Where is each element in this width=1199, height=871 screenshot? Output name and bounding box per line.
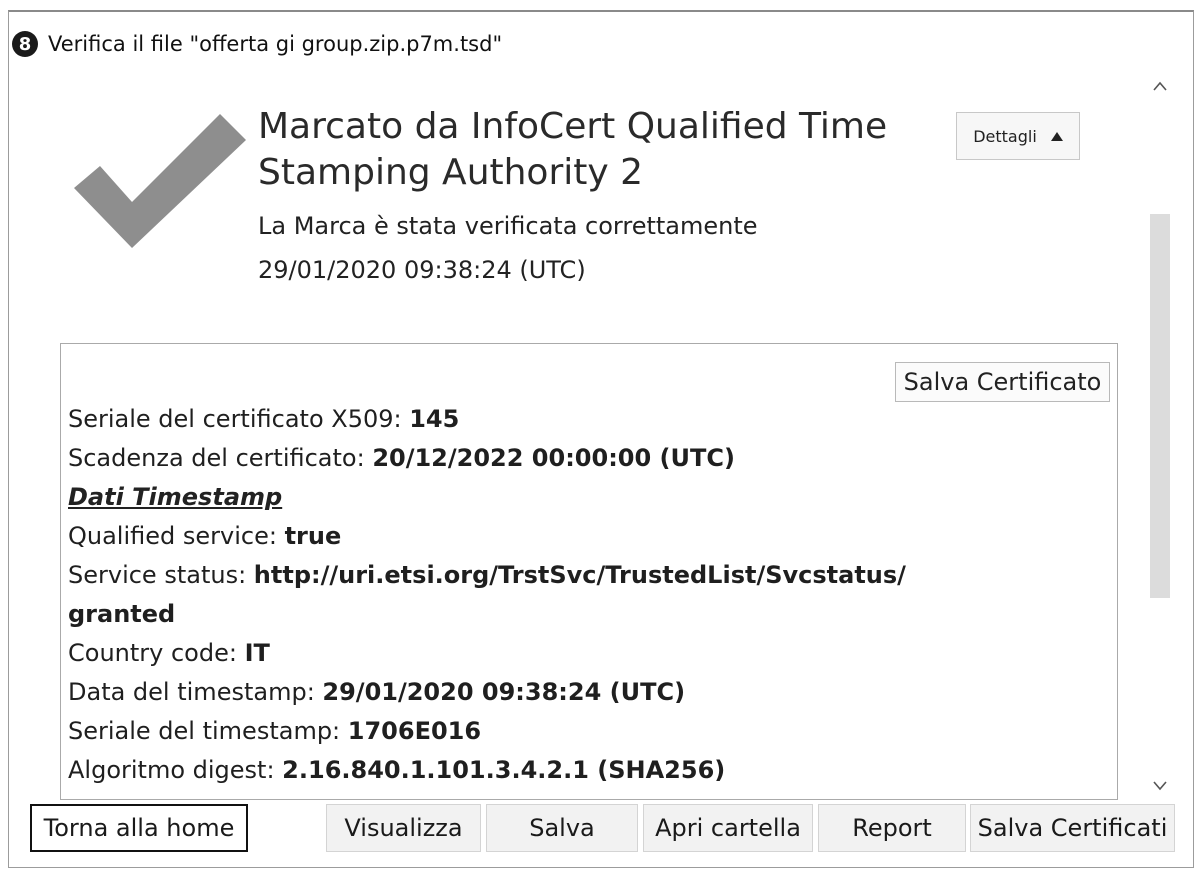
scroll-down-icon[interactable] [1147, 772, 1173, 800]
open-folder-button[interactable]: Apri cartella [643, 804, 813, 852]
triangle-up-icon [1050, 131, 1063, 141]
certificate-details: Seriale del certificato X509: 145 Scaden… [68, 400, 1108, 790]
detail-row: Algoritmo digest: 2.16.840.1.101.3.4.2.1… [68, 756, 726, 784]
timestamp-section-link[interactable]: Dati Timestamp [68, 478, 1108, 517]
window-title: Verifica il file "offerta gi group.zip.p… [48, 32, 503, 56]
detail-row: Qualified service: true [68, 522, 342, 550]
details-button[interactable]: Dettagli [956, 112, 1080, 160]
footer-toolbar: Torna alla home Visualizza Salva Apri ca… [30, 800, 1180, 856]
scroll-thumb[interactable] [1150, 214, 1170, 598]
scroll-up-icon[interactable] [1147, 72, 1173, 100]
verification-status: La Marca è stata verificata correttament… [258, 212, 758, 240]
app-logo-icon: 8 [12, 31, 38, 57]
detail-row: Seriale del timestamp: 1706E016 [68, 717, 482, 745]
detail-row: Scadenza del certificato: 20/12/2022 00:… [68, 444, 735, 472]
save-certificate-button[interactable]: Salva Certificato [895, 362, 1110, 402]
detail-row: Seriale del certificato X509: 145 [68, 405, 460, 433]
report-button[interactable]: Report [818, 804, 966, 852]
verification-timestamp: 29/01/2020 09:38:24 (UTC) [258, 256, 586, 284]
detail-row: granted [68, 600, 176, 628]
view-button[interactable]: Visualizza [326, 804, 481, 852]
detail-row: Service status: http://uri.etsi.org/Trst… [68, 561, 906, 589]
home-button[interactable]: Torna alla home [30, 804, 248, 852]
detail-row: Country code: IT [68, 639, 270, 667]
vertical-scrollbar[interactable] [1147, 72, 1173, 800]
detail-row: Data del timestamp: 29/01/2020 09:38:24 … [68, 678, 686, 706]
check-icon [74, 114, 246, 248]
page-title: Marcato da InfoCert Qualified Time Stamp… [258, 106, 888, 193]
save-button[interactable]: Salva [486, 804, 638, 852]
title-bar: 8 Verifica il file "offerta gi group.zip… [12, 28, 502, 60]
save-certificates-button[interactable]: Salva Certificati [970, 804, 1175, 852]
details-button-label: Dettagli [973, 126, 1037, 146]
